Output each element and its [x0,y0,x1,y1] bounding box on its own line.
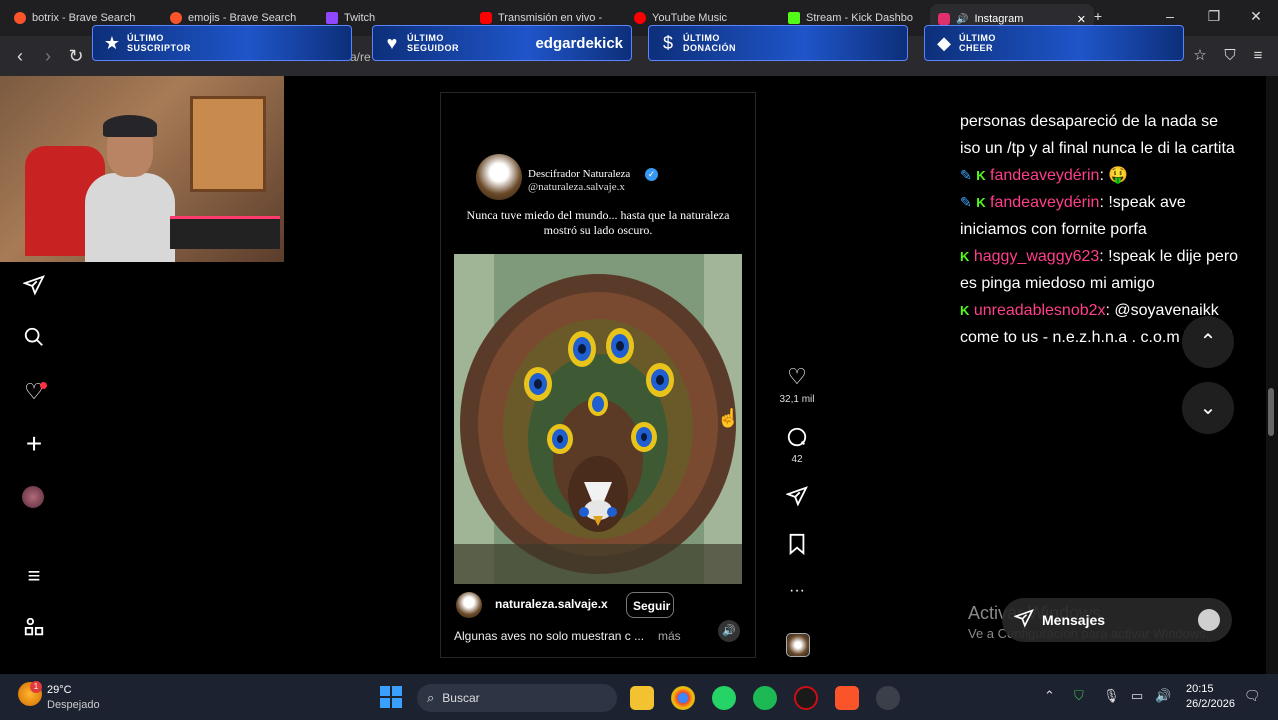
reel-description: Algunas aves no solo muestran c ... [454,629,645,643]
youtube-music-favicon-icon [634,12,646,24]
webcam-background-window [190,96,266,192]
taskbar-search[interactable]: ⌕ Buscar [417,684,617,712]
plus-icon[interactable]: + [20,430,48,458]
youtube-favicon-icon [480,12,492,24]
overlay-banner-subscriber: ★ ÚLTIMO SUSCRIPTOR [92,25,352,61]
network-icon[interactable]: ▭ [1131,688,1143,704]
send-icon [1013,608,1034,633]
kick-badge-icon: K [976,168,986,183]
whatsapp-icon[interactable] [712,686,736,710]
comment-icon[interactable] [782,426,812,454]
weather-badge: 1 [30,681,42,693]
reel-author-name: Descifrador Naturaleza [528,168,631,180]
reel-caption-top: Nunca tuve miedo del mundo... hasta que … [466,208,730,237]
dollar-icon: $ [662,32,673,53]
search-icon[interactable] [20,326,48,354]
brave-shield-icon[interactable]: ⛉ [1220,46,1240,66]
kick-badge-icon: K [976,195,986,210]
reel-audio-thumbnail[interactable] [786,633,810,657]
webcam-keyboard [170,216,280,249]
volume-icon[interactable]: 🔊 [1155,688,1171,704]
overlay-banner-donation: $ ÚLTIMO DONACIÓN [648,25,908,61]
mute-toggle-icon[interactable]: 🔊 [718,620,740,642]
chrome-icon[interactable] [671,686,695,710]
bookmark-star-icon[interactable]: ☆ [1190,46,1210,66]
search-icon: ⌕ [427,690,435,705]
brave-icon[interactable] [835,686,859,710]
address-bar-fragment[interactable]: a/re [350,50,371,64]
file-explorer-icon[interactable] [630,686,654,710]
chat-message: K haggy_waggy623: !speak le dije pero es… [960,248,1239,292]
verified-badge-icon: ✓ [645,168,658,181]
reel-author-avatar[interactable] [476,154,522,200]
reel-footer-username[interactable]: naturaleza.salvaje.x [495,597,608,611]
apps-icon[interactable] [20,616,48,644]
new-tab-button[interactable]: + [1084,8,1112,24]
forward-icon[interactable]: › [38,46,58,66]
clock-time[interactable]: 20:15 [1186,683,1214,695]
maximize-button[interactable]: ❐ [1200,8,1228,25]
share-send-icon[interactable] [782,485,812,513]
microphone-icon[interactable]: 🎙 [1103,688,1120,704]
windows-start-icon[interactable] [380,686,402,708]
heart-icon: ♥ [386,32,398,53]
brave-favicon-icon [14,12,26,24]
spotify-icon[interactable] [753,686,777,710]
notification-dot [40,382,47,389]
reel-more-link[interactable]: más [658,629,681,643]
scrollbar-thumb[interactable] [1268,388,1274,436]
kick-favicon-icon [788,12,800,24]
follow-button[interactable]: Seguir [626,592,674,618]
obs-icon[interactable] [876,686,900,710]
kick-badge-icon: K [960,303,970,318]
messages-button[interactable]: Mensajes [1002,598,1232,642]
minimize-button[interactable]: – [1156,8,1184,24]
weather-temperature[interactable]: 29°C [47,684,72,696]
close-window-button[interactable]: ✕ [1242,8,1270,25]
notifications-icon[interactable]: 🗨 [1244,688,1261,704]
reload-icon[interactable]: ↻ [66,46,86,66]
webcam-streamer [85,115,175,262]
profile-avatar[interactable] [22,486,44,508]
pencil-badge-icon: ✎ [960,194,972,210]
reel-peacock-image[interactable] [454,254,742,584]
chat-message-continuation: personas desapareció de la nada se iso u… [960,113,1235,157]
more-options-icon[interactable]: ··· [782,582,812,600]
chat-message: ✎ K fandeaveydérin: 🤑 [960,167,1129,184]
overlay-banner-cheer: ◆ ÚLTIMO CHEER [924,25,1184,61]
tray-shield-icon[interactable]: ⛉ [1074,688,1084,704]
kick-badge-icon: K [960,249,970,264]
stream-chat-overlay: personas desapareció de la nada se iso u… [960,108,1240,351]
mouse-cursor-icon: ☝ [717,408,740,428]
weather-description[interactable]: Despejado [47,699,100,711]
back-icon[interactable]: ‹ [10,46,30,66]
instagram-favicon-icon [938,13,950,25]
reel-author-handle: @naturaleza.salvaje.x [528,181,625,193]
opera-icon[interactable] [794,686,818,710]
save-bookmark-icon[interactable] [782,533,812,561]
next-reel-chevron-down-icon[interactable]: ⌄ [1182,382,1234,434]
menu-icon[interactable]: ≡ [20,562,48,590]
like-heart-icon[interactable]: ♡ [782,364,812,390]
page-scrollbar[interactable] [1266,76,1278,674]
diamond-icon: ◆ [937,32,951,53]
brave-favicon-icon [170,12,182,24]
twitch-favicon-icon [326,12,338,24]
webcam-feed [0,76,284,262]
pencil-badge-icon: ✎ [960,167,972,183]
browser-menu-icon[interactable]: ≡ [1248,46,1268,66]
clock-date[interactable]: 26/2/2026 [1186,698,1235,710]
overlay-banner-follower: ♥ ÚLTIMO SEGUIDOR edgardekick [372,25,632,61]
chat-message: ✎ K fandeaveydérin: !speak ave iniciamos… [960,194,1186,238]
comment-count: 42 [791,454,803,465]
audio-playing-icon: 🔊 [956,13,969,25]
reel-footer-avatar[interactable] [456,592,482,618]
messages-avatar [1198,609,1220,631]
like-count: 32,1 mil [779,394,815,405]
star-icon: ★ [103,32,121,53]
send-icon[interactable] [20,274,48,302]
tray-chevron-up-icon[interactable]: ⌃ [1044,688,1055,704]
previous-reel-chevron-up-icon[interactable]: ⌃ [1182,316,1234,368]
